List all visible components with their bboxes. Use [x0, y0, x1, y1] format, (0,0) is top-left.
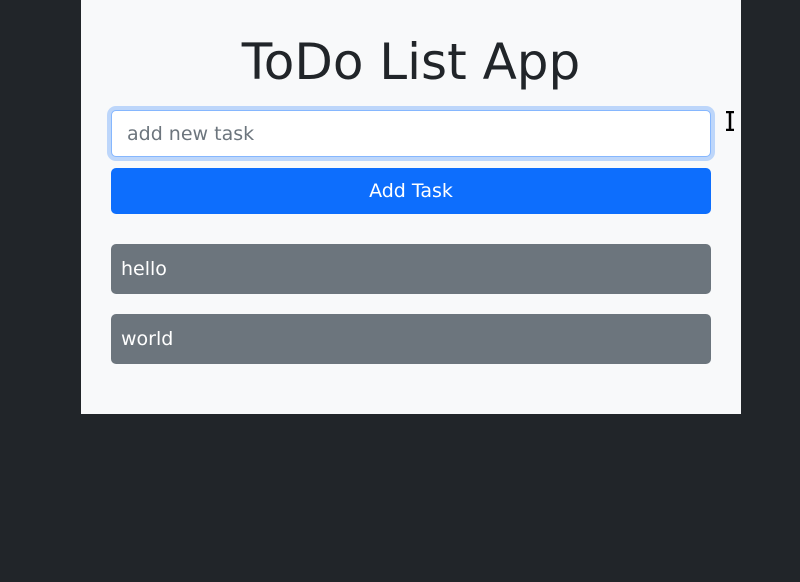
task-item[interactable]: hello: [111, 244, 711, 294]
new-task-input[interactable]: [111, 110, 711, 157]
task-item[interactable]: world: [111, 314, 711, 364]
add-task-button[interactable]: Add Task: [111, 168, 711, 214]
text-cursor-icon: [726, 111, 734, 131]
page-title: ToDo List App: [241, 33, 581, 91]
task-list: hello world: [111, 244, 711, 384]
todo-app-card: ToDo List App Add Task hello world: [81, 0, 741, 414]
